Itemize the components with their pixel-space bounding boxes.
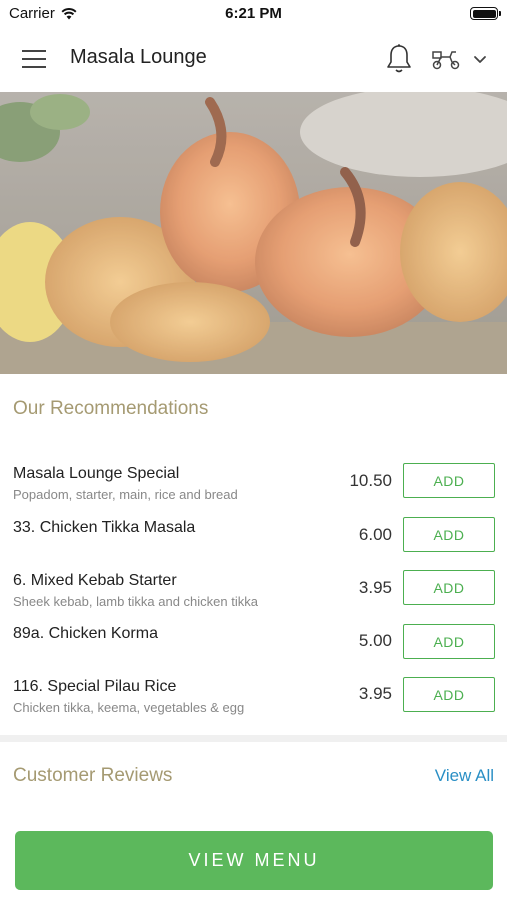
hamburger-menu-icon[interactable] [22,50,48,70]
item-price: 10.50 [349,471,392,490]
list-item: 6. Mixed Kebab Starter Sheek kebab, lamb… [0,570,507,622]
list-item: 116. Special Pilau Rice Chicken tikka, k… [0,677,507,728]
status-time: 6:21 PM [225,5,282,22]
battery-icon [470,7,501,20]
recommendations-title: Our Recommendations [13,398,209,419]
list-item: 33. Chicken Tikka Masala 6.00 ADD [0,517,507,569]
item-name: 6. Mixed Kebab Starter [13,572,177,589]
view-all-link[interactable]: View All [435,766,494,786]
item-price: 5.00 [358,631,392,650]
hero-food-image [0,92,507,374]
chevron-down-icon[interactable] [472,52,488,66]
add-button[interactable]: ADD [403,463,495,498]
item-description: Sheek kebab, lamb tikka and chicken tikk… [13,594,258,609]
item-name: 33. Chicken Tikka Masala [13,519,196,536]
item-name: Masala Lounge Special [13,465,180,482]
add-button[interactable]: ADD [403,624,495,659]
item-description: Chicken tikka, keema, vegetables & egg [13,700,245,715]
delivery-scooter-icon[interactable] [430,48,462,70]
add-button[interactable]: ADD [403,677,495,712]
reviews-title: Customer Reviews [13,765,173,786]
add-button[interactable]: ADD [403,570,495,605]
view-menu-button[interactable]: VIEW MENU [15,831,493,890]
item-name: 116. Special Pilau Rice [13,678,177,695]
restaurant-title: Masala Lounge [70,46,207,68]
item-description: Popadom, starter, main, rice and bread [13,487,238,502]
status-bar: Carrier 6:21 PM [0,0,507,26]
app-header: Masala Lounge [0,26,507,92]
item-price: 3.95 [358,578,392,597]
item-name: 89a. Chicken Korma [13,625,158,642]
list-item: 89a. Chicken Korma 5.00 ADD [0,624,507,675]
section-divider [0,735,507,742]
item-price: 3.95 [358,684,392,703]
bell-icon[interactable] [385,43,413,75]
add-button[interactable]: ADD [403,517,495,552]
item-price: 6.00 [358,525,392,544]
list-item: Masala Lounge Special Popadom, starter, … [0,463,507,515]
